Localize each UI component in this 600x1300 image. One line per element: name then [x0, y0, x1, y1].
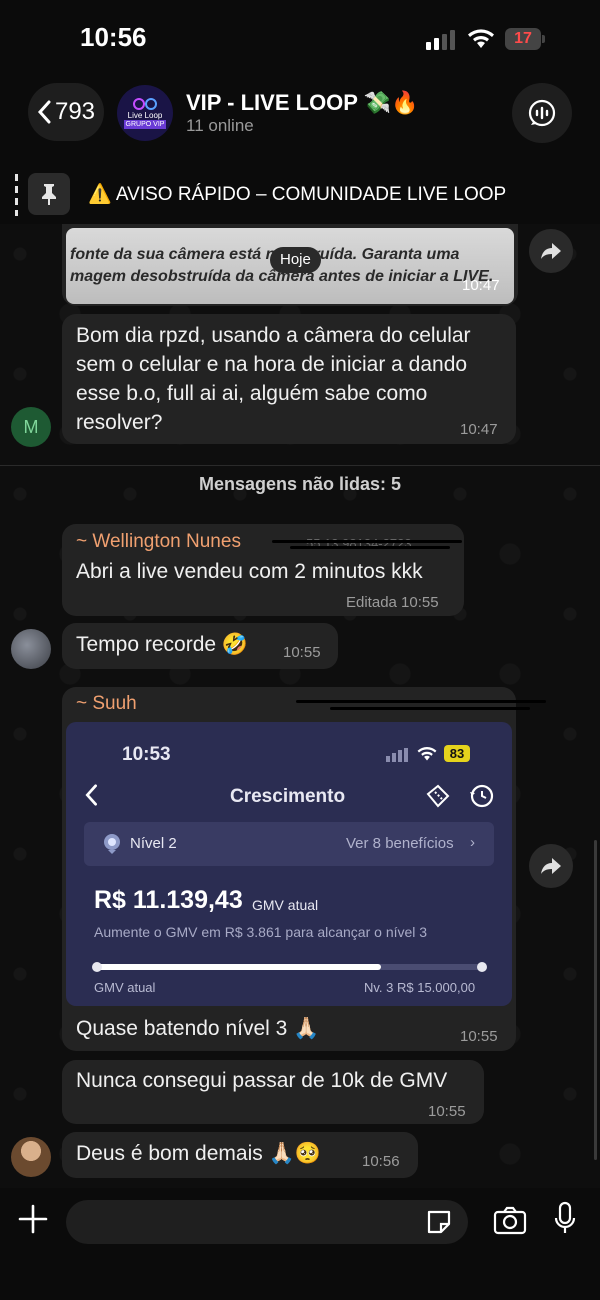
- redaction-scribble: [296, 700, 546, 703]
- chevron-left-icon: [37, 100, 51, 124]
- redaction-scribble: [272, 540, 462, 543]
- embed-title: Crescimento: [230, 786, 346, 807]
- sticker-icon: [427, 1210, 451, 1234]
- message-time: 10:55: [460, 1028, 498, 1045]
- embed-battery: 83: [444, 745, 470, 762]
- level-label: Nível 2: [130, 835, 177, 852]
- forward-button[interactable]: [529, 844, 573, 888]
- message-line: resolver?: [76, 411, 163, 434]
- camera-icon: [493, 1206, 527, 1235]
- camera-button[interactable]: [493, 1205, 527, 1235]
- unread-label: Mensagens não lidas: 5: [198, 474, 402, 494]
- loop-logo-icon: [133, 98, 157, 110]
- microphone-icon: [554, 1201, 576, 1233]
- pinned-text: ⚠️ AVISO RÁPIDO – COMUNIDADE LIVE LOOP: [88, 184, 507, 205]
- battery-level: 17: [514, 30, 532, 47]
- back-button[interactable]: 793: [28, 83, 104, 141]
- message-text: Nunca consegui passar de 10k de GMV: [76, 1069, 448, 1092]
- message-time: 10:55: [428, 1103, 466, 1120]
- message-line: sem o celular e na hora de iniciar a dan…: [76, 353, 468, 376]
- sender-name[interactable]: ~ Wellington Nunes: [76, 531, 241, 553]
- sender-name[interactable]: ~ Suuh: [76, 693, 137, 715]
- benefits-link: Ver 8 benefícios: [346, 835, 454, 852]
- plus-icon: [18, 1204, 48, 1234]
- unread-divider: [0, 465, 600, 466]
- embed-signal-icon: [386, 748, 410, 762]
- message-time: 10:47: [460, 421, 498, 438]
- unread-count: 793: [54, 98, 96, 125]
- microphone-button[interactable]: [553, 1200, 577, 1240]
- avatar-logo-text: Live Loop: [127, 111, 163, 120]
- message-line: Bom dia rpzd, usando a câmera do celular: [76, 324, 471, 347]
- sticker-button[interactable]: [424, 1207, 454, 1237]
- gmv-progress-bar: [97, 964, 481, 970]
- message-text: Deus é bom demais 🙏🏻🥺: [76, 1142, 321, 1165]
- image-text-line: fonte da sua câmera está n obstruída. Ga…: [70, 246, 460, 263]
- voice-chat-icon: [528, 99, 556, 127]
- message-input[interactable]: [66, 1200, 468, 1244]
- avatar-logo-sub: GRUPO VIP: [123, 120, 167, 129]
- group-avatar[interactable]: Live Loop GRUPO VIP: [117, 85, 173, 141]
- message-text: Abri a live vendeu com 2 minutos kkk: [76, 560, 423, 583]
- online-count: 11 online: [186, 116, 254, 135]
- progress-end-dot: [477, 962, 487, 972]
- pinned-indicator: [15, 174, 18, 216]
- message-line: esse b.o, full ai ai, alguém sabe como: [76, 382, 428, 405]
- forward-arrow-icon: [541, 243, 561, 259]
- avatar[interactable]: [11, 629, 51, 669]
- progress-start-dot: [92, 962, 102, 972]
- avatar[interactable]: [11, 1137, 51, 1177]
- message-time: 10:55: [283, 644, 321, 661]
- gmv-progress-fill: [97, 964, 382, 970]
- embed-time: 10:53: [122, 744, 171, 765]
- status-time: 10:56: [80, 22, 147, 52]
- pin-icon[interactable]: [28, 173, 70, 215]
- gmv-label: GMV atual: [252, 897, 319, 913]
- wifi-icon: [466, 28, 496, 55]
- battery-nub: [542, 35, 545, 43]
- attach-button[interactable]: [16, 1202, 50, 1236]
- message-time: Editada 10:55: [346, 594, 439, 611]
- chevron-right-icon: ›: [470, 834, 475, 851]
- trophy-icon: [100, 832, 124, 861]
- message-text: Tempo recorde 🤣: [76, 633, 249, 656]
- forward-button[interactable]: [529, 229, 573, 273]
- message-text: Quase batendo nível 3 🙏🏻: [76, 1017, 320, 1040]
- cellular-signal-icon: [426, 30, 458, 50]
- embed-wifi-icon: [416, 746, 438, 767]
- embed-back-icon: [84, 784, 98, 811]
- redaction-scribble: [290, 546, 450, 549]
- voice-chat-button[interactable]: [512, 83, 572, 143]
- date-pill: Hoje: [270, 247, 321, 273]
- message-time: 10:56: [362, 1153, 400, 1170]
- chat-title[interactable]: VIP - LIVE LOOP 💸🔥: [186, 90, 418, 116]
- scrollbar[interactable]: [594, 840, 597, 1160]
- gmv-value: R$ 11.139,43: [94, 886, 243, 914]
- progress-right-label: Nv. 3 R$ 15.000,00: [364, 980, 476, 995]
- battery-icon: 17: [505, 28, 541, 50]
- redaction-scribble: [330, 707, 530, 710]
- ticket-icon: [424, 784, 452, 813]
- forward-arrow-icon: [541, 858, 561, 874]
- progress-left-label: GMV atual: [94, 980, 156, 995]
- message-time: 10:47: [462, 277, 500, 294]
- avatar[interactable]: M: [11, 407, 51, 447]
- history-icon: [468, 783, 494, 814]
- gmv-hint: Aumente o GMV em R$ 3.861 para alcançar …: [94, 924, 428, 940]
